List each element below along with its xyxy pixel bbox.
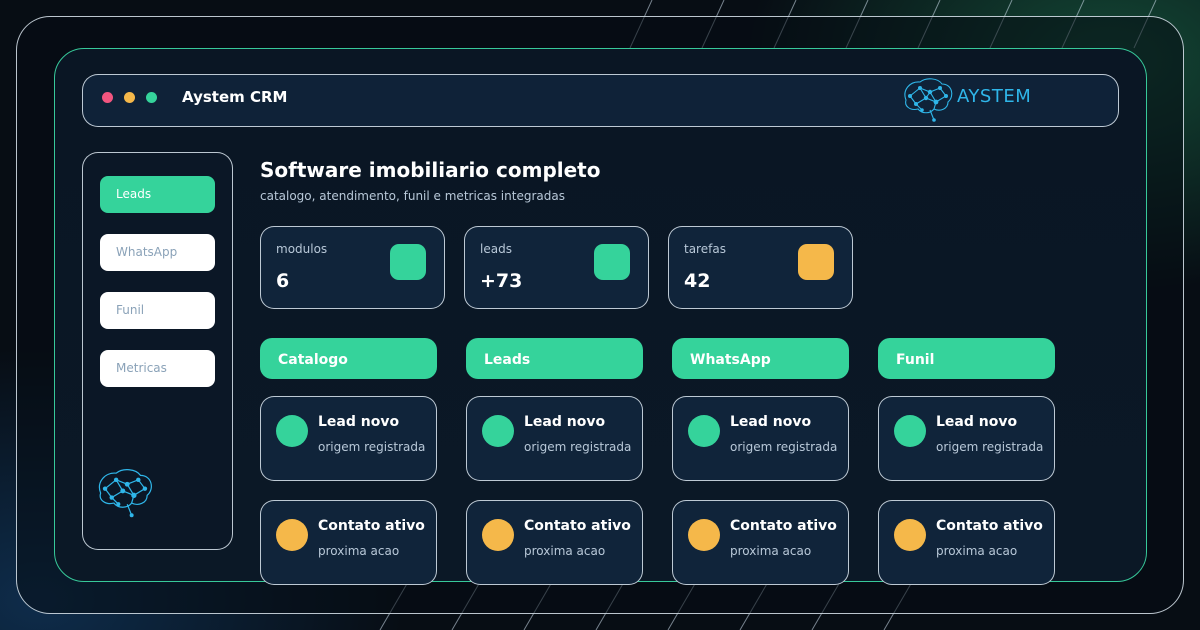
status-dot xyxy=(688,519,720,551)
sidebar-item-leads[interactable]: Leads xyxy=(100,176,215,213)
stat-card-modulos: modulos 6 xyxy=(260,226,445,309)
page-title: Software imobiliario completo xyxy=(260,158,601,182)
column-header-funil[interactable]: Funil xyxy=(878,338,1055,379)
stat-label: leads xyxy=(480,242,512,256)
stat-indicator xyxy=(594,244,630,280)
status-dot xyxy=(894,519,926,551)
task-subtitle: origem registrada xyxy=(524,440,632,454)
window-maximize-button[interactable] xyxy=(146,92,157,103)
task-title: Contato ativo xyxy=(524,518,631,534)
task-card[interactable]: Contato ativo proxima acao xyxy=(260,500,437,585)
status-dot xyxy=(688,415,720,447)
task-card[interactable]: Lead novo origem registrada xyxy=(878,396,1055,481)
task-subtitle: origem registrada xyxy=(936,440,1044,454)
column-header-whatsapp[interactable]: WhatsApp xyxy=(672,338,849,379)
task-card[interactable]: Lead novo origem registrada xyxy=(466,396,643,481)
stat-value: +73 xyxy=(480,270,523,292)
task-card[interactable]: Lead novo origem registrada xyxy=(672,396,849,481)
task-title: Lead novo xyxy=(730,414,812,430)
task-subtitle: origem registrada xyxy=(318,440,426,454)
stat-label: tarefas xyxy=(684,242,726,256)
sidebar-item-label: Metricas xyxy=(116,361,167,375)
stat-card-leads: leads +73 xyxy=(464,226,649,309)
sidebar-item-metricas[interactable]: Metricas xyxy=(100,350,215,387)
stat-value: 6 xyxy=(276,270,290,292)
task-title: Contato ativo xyxy=(936,518,1043,534)
app-title: Aystem CRM xyxy=(182,88,288,106)
sidebar-item-label: Funil xyxy=(116,303,145,317)
task-card[interactable]: Contato ativo proxima acao xyxy=(466,500,643,585)
sidebar-item-whatsapp[interactable]: WhatsApp xyxy=(100,234,215,271)
task-subtitle: proxima acao xyxy=(730,544,812,558)
task-subtitle: origem registrada xyxy=(730,440,838,454)
brand-name: AYSTEM xyxy=(957,86,1032,107)
stat-indicator xyxy=(798,244,834,280)
task-card[interactable]: Lead novo origem registrada xyxy=(260,396,437,481)
task-title: Lead novo xyxy=(936,414,1018,430)
page-subtitle: catalogo, atendimento, funil e metricas … xyxy=(260,189,565,203)
task-title: Lead novo xyxy=(524,414,606,430)
status-dot xyxy=(276,519,308,551)
status-dot xyxy=(894,415,926,447)
stat-label: modulos xyxy=(276,242,328,256)
task-title: Lead novo xyxy=(318,414,400,430)
column-header-leads[interactable]: Leads xyxy=(466,338,643,379)
task-card[interactable]: Contato ativo proxima acao xyxy=(672,500,849,585)
stat-card-tarefas: tarefas 42 xyxy=(668,226,853,309)
window-minimize-button[interactable] xyxy=(124,92,135,103)
sidebar-item-funil[interactable]: Funil xyxy=(100,292,215,329)
status-dot xyxy=(482,519,514,551)
task-title: Contato ativo xyxy=(730,518,837,534)
brain-network-logo-icon xyxy=(904,78,953,122)
status-dot xyxy=(482,415,514,447)
status-dot xyxy=(276,415,308,447)
task-title: Contato ativo xyxy=(318,518,425,534)
stat-value: 42 xyxy=(684,270,711,292)
task-subtitle: proxima acao xyxy=(936,544,1018,558)
sidebar-item-label: WhatsApp xyxy=(116,245,178,259)
sidebar-item-label: Leads xyxy=(116,187,152,201)
column-header-catalogo[interactable]: Catalogo xyxy=(260,338,437,379)
task-card[interactable]: Contato ativo proxima acao xyxy=(878,500,1055,585)
brain-network-logo-icon xyxy=(98,469,152,518)
task-subtitle: proxima acao xyxy=(318,544,400,558)
window-close-button[interactable] xyxy=(102,92,113,103)
task-subtitle: proxima acao xyxy=(524,544,606,558)
stat-indicator xyxy=(390,244,426,280)
